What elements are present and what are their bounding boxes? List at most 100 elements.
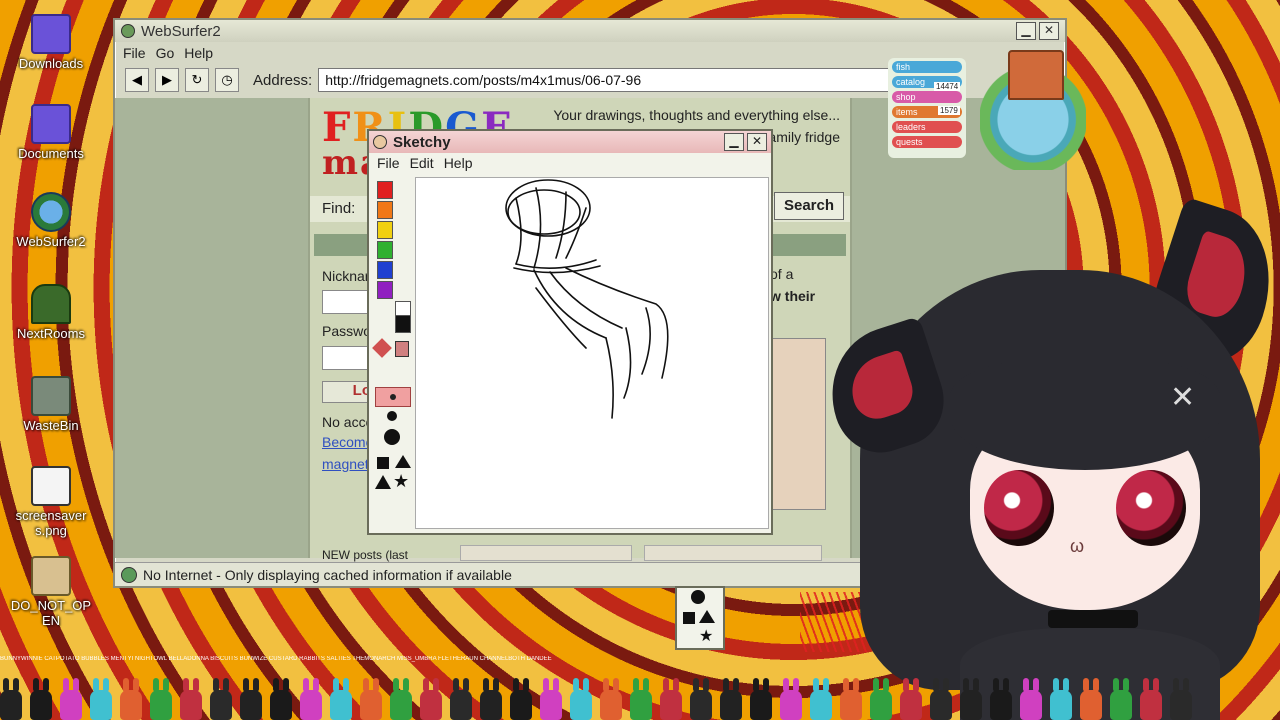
color-swatch-yellow[interactable] <box>377 221 393 239</box>
viewer-bunny <box>960 678 982 720</box>
post-thumb[interactable] <box>460 545 632 561</box>
desktop-icon-screensaver[interactable]: screensaver s.png <box>8 466 94 538</box>
desktop-icon-nextrooms[interactable]: NextRooms <box>8 284 94 341</box>
desktop-icon-websurfer[interactable]: WebSurfer2 <box>8 192 94 249</box>
viewer-bunny <box>360 678 382 720</box>
color-swatch-red[interactable] <box>377 181 393 199</box>
sketchy-title: Sketchy <box>393 133 451 151</box>
door-icon <box>31 284 71 324</box>
minimize-button[interactable]: ▁ <box>724 133 744 151</box>
color-swatch-purple[interactable] <box>377 281 393 299</box>
viewer-bunny <box>0 678 22 720</box>
triangle-shape-icon[interactable] <box>395 455 411 468</box>
menu-help[interactable]: Help <box>444 155 473 171</box>
menu-go[interactable]: Go <box>156 45 175 61</box>
menu-edit[interactable]: Edit <box>410 155 434 171</box>
color-swatch-green[interactable] <box>377 241 393 259</box>
desktop-icon-label: WebSurfer2 <box>16 234 86 249</box>
viewer-bunny <box>540 678 562 720</box>
color-swatch-orange[interactable] <box>377 201 393 219</box>
viewer-bunny <box>330 678 352 720</box>
become-link[interactable]: Become <box>322 434 373 450</box>
minimize-button[interactable]: ▁ <box>1016 22 1036 40</box>
viewer-bunny <box>1020 678 1042 720</box>
triangle-outline-icon[interactable] <box>375 475 391 489</box>
avatar-mouth: ω <box>1070 536 1085 556</box>
tool-palette: ★ <box>371 177 411 507</box>
sketchy-titlebar[interactable]: Sketchy ▁ ✕ <box>369 131 771 153</box>
folder-icon <box>31 104 71 144</box>
desktop-icon-label: Documents <box>18 146 84 161</box>
brush-size-small[interactable] <box>375 387 411 407</box>
history-icon[interactable]: ◷ <box>215 68 239 92</box>
game-menu-leaders[interactable]: leaders <box>892 121 962 133</box>
game-menu-fish[interactable]: fish <box>892 61 962 73</box>
triangle-shape-icon <box>699 610 715 623</box>
square-shape-icon[interactable] <box>377 457 389 469</box>
viewer-bunny <box>270 678 292 720</box>
status-icon <box>121 566 137 583</box>
vtuber-avatar: ω ✕ <box>814 196 1280 720</box>
desktop-icon-wastebin[interactable]: WasteBin <box>8 376 94 433</box>
drawing-canvas[interactable] <box>415 177 769 529</box>
status-text: No Internet - Only displaying cached inf… <box>143 566 512 583</box>
house-icon[interactable] <box>1008 50 1064 100</box>
browser-title: WebSurfer2 <box>141 22 221 40</box>
viewer-bunny <box>240 678 262 720</box>
trash-icon <box>31 376 71 416</box>
post-photo[interactable] <box>770 338 826 510</box>
right-eye <box>1116 470 1186 546</box>
zip-file-icon <box>31 556 71 596</box>
viewer-bunny <box>210 678 232 720</box>
forward-icon[interactable]: ▶ <box>155 68 179 92</box>
viewer-bunny <box>180 678 202 720</box>
game-menu-quests[interactable]: quests <box>892 136 962 148</box>
viewer-bunny <box>840 678 862 720</box>
avatar-collar <box>1048 610 1138 628</box>
game-menu-shop[interactable]: shop <box>892 91 962 103</box>
viewer-bunny <box>1110 678 1132 720</box>
menu-file[interactable]: File <box>377 155 400 171</box>
viewer-bunny <box>1170 678 1192 720</box>
sketchy-menubar: File Edit Help <box>369 153 771 173</box>
address-field[interactable]: http://fridgemagnets.com/posts/m4x1mus/0… <box>318 68 907 92</box>
brush-size-large[interactable] <box>384 429 400 445</box>
back-icon[interactable]: ◀ <box>125 68 149 92</box>
eraser-tool-icon[interactable] <box>395 341 409 357</box>
viewer-bunny <box>1140 678 1162 720</box>
close-button[interactable]: ✕ <box>747 133 767 151</box>
pencil-tool-icon[interactable] <box>372 338 392 358</box>
desktop-icon-label: Downloads <box>18 56 84 71</box>
chat-name-strip: BUNNYWINNIE CATPOTATO BUBBLES MENTYI NIG… <box>0 656 552 662</box>
menu-file[interactable]: File <box>123 45 146 61</box>
palette-app-icon <box>373 135 387 149</box>
menu-help[interactable]: Help <box>184 45 213 61</box>
viewer-bunny <box>120 678 142 720</box>
nickname-label: Nicknar <box>322 268 370 284</box>
post-text-2: w their <box>770 288 816 304</box>
viewer-bunny <box>150 678 172 720</box>
magnet-link[interactable]: magnet <box>322 456 369 472</box>
square-shape-icon <box>683 612 695 624</box>
viewer-bunny <box>810 678 832 720</box>
post-thumb[interactable] <box>644 545 822 561</box>
password-label: Passwo <box>322 323 372 339</box>
desktop-icon-do-not-open[interactable]: DO_NOT_OP EN <box>8 556 94 628</box>
folder-icon <box>31 14 71 54</box>
desktop-icon-documents[interactable]: Documents <box>8 104 94 161</box>
close-button[interactable]: ✕ <box>1039 22 1059 40</box>
new-posts-heading: NEW posts (last <box>322 548 409 562</box>
viewer-bunny <box>60 678 82 720</box>
refresh-icon[interactable]: ↻ <box>185 68 209 92</box>
color-swatch-black[interactable] <box>395 315 411 333</box>
brush-size-medium[interactable] <box>387 411 397 421</box>
tagline-line: Your drawings, thoughts and everything e… <box>553 107 840 123</box>
star-shape-icon[interactable]: ★ <box>393 471 409 492</box>
viewer-bunny <box>720 678 742 720</box>
viewer-bunny <box>750 678 772 720</box>
viewer-bunny <box>990 678 1012 720</box>
desktop-icon-downloads[interactable]: Downloads <box>8 14 94 71</box>
color-swatch-blue[interactable] <box>377 261 393 279</box>
fish-counter: 1579 <box>938 106 960 115</box>
browser-titlebar[interactable]: WebSurfer2 ▁ ✕ <box>115 20 1065 42</box>
